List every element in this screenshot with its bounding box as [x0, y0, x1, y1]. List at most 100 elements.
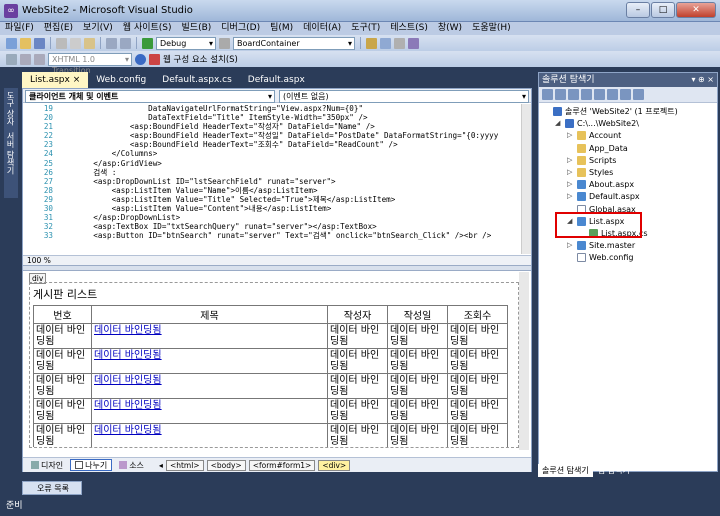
tree-node[interactable]: 솔루션 'WebSite2' (1 프로젝트): [543, 106, 678, 117]
code-line: 28 <asp:ListItem Value="Name">이름</asp:Li…: [23, 186, 531, 195]
close-tab-icon[interactable]: ×: [70, 75, 81, 85]
asp-config-icon[interactable]: [633, 89, 644, 100]
solution-explorer-icon[interactable]: [366, 37, 377, 49]
menu-item[interactable]: 빌드(B): [177, 22, 217, 35]
close-button[interactable]: ✕: [676, 2, 716, 18]
panel-controls[interactable]: ▾ ⊕ ×: [691, 73, 714, 87]
expander-icon[interactable]: ▷: [567, 179, 574, 190]
tree-node[interactable]: App_Data: [567, 143, 628, 154]
find-icon[interactable]: [219, 37, 230, 49]
menu-item[interactable]: 도구(T): [346, 22, 385, 35]
doc-tab[interactable]: Default.aspx.cs: [154, 72, 240, 88]
start-debugging-icon[interactable]: [142, 37, 153, 49]
expander-icon[interactable]: ▷: [567, 155, 574, 166]
tree-node[interactable]: ▷ About.aspx: [567, 179, 634, 190]
expander-icon[interactable]: ◢: [555, 118, 562, 129]
grid-link[interactable]: 데이터 바인딩됨: [94, 375, 162, 386]
explorer-tab[interactable]: 솔루션 탐색기: [538, 464, 593, 477]
new-project-icon[interactable]: [6, 37, 17, 49]
menu-item[interactable]: 창(W): [433, 22, 467, 35]
cut-icon[interactable]: [56, 37, 67, 49]
design-surface[interactable]: div 게시판 리스트 번호 제목 작성자 작성일 조회수 데이터 바인딩됨 데이터 바인…: [25, 272, 531, 450]
server-explorer-tab[interactable]: 서버 탐색기: [4, 129, 17, 178]
div-container[interactable]: 게시판 리스트 번호 제목 작성자 작성일 조회수 데이터 바인딩됨 데이터 바인딩됨 데이…: [29, 282, 519, 448]
title-bar: ∞ WebSite2 - Microsoft Visual Studio – □…: [0, 0, 720, 22]
object-dropdown[interactable]: 클라이언트 개체 및 이벤트: [25, 90, 275, 103]
paste-icon[interactable]: [84, 37, 95, 49]
startup-select[interactable]: BoardContainer: [233, 36, 355, 50]
tree-node[interactable]: Web.config: [567, 252, 633, 263]
source-view-label: 소스: [129, 460, 144, 470]
source-view-button[interactable]: 소스: [115, 459, 148, 471]
menu-item[interactable]: 디버그(D): [216, 22, 265, 35]
split-view-button[interactable]: 나누기: [70, 459, 113, 471]
webparts-label[interactable]: 웹 구성 요소 설치(S): [163, 53, 238, 65]
menu-item[interactable]: 팀(M): [265, 22, 298, 35]
doc-tab[interactable]: Web.config: [88, 72, 154, 88]
format-icon[interactable]: [20, 53, 31, 65]
design-scrollbar[interactable]: [519, 272, 529, 450]
menu-item[interactable]: 데이터(A): [298, 22, 346, 35]
menu-item[interactable]: 보기(V): [78, 22, 118, 35]
menu-item[interactable]: 편집(E): [39, 22, 78, 35]
tree-node[interactable]: ▷ Default.aspx: [567, 191, 640, 202]
doc-tab[interactable]: List.aspx ×: [22, 72, 89, 88]
explorer-tab[interactable]: 팀 탐색기: [594, 464, 634, 477]
properties-icon[interactable]: [542, 89, 553, 100]
tag-crumb[interactable]: <div>: [318, 459, 351, 471]
code-text: </asp:DropDownList>: [75, 213, 181, 223]
open-file-icon[interactable]: [20, 37, 31, 49]
grid-link[interactable]: 데이터 바인딩됨: [94, 425, 162, 436]
zoom-level[interactable]: 100 %: [23, 255, 531, 265]
error-list-tab[interactable]: 오류 목록: [22, 481, 82, 495]
tree-node[interactable]: ▷ Account: [567, 130, 621, 141]
show-all-files-icon[interactable]: [555, 89, 566, 100]
object-browser-icon[interactable]: [408, 37, 419, 49]
grid-view[interactable]: 번호 제목 작성자 작성일 조회수 데이터 바인딩됨 데이터 바인딩됨 데이터 바인딩됨 데이…: [33, 305, 508, 447]
tree-node[interactable]: ◢ C:\...\WebSite2\: [555, 118, 639, 129]
copy-website-icon[interactable]: [620, 89, 631, 100]
properties-icon[interactable]: [380, 37, 391, 49]
toolbox-icon[interactable]: [394, 37, 405, 49]
grid-link[interactable]: 데이터 바인딩됨: [94, 325, 162, 336]
tag-crumb[interactable]: <body>: [206, 459, 246, 471]
tree-node[interactable]: ▷ Site.master: [567, 240, 635, 251]
save-icon[interactable]: [34, 37, 45, 49]
menu-item[interactable]: 도움말(H): [467, 22, 516, 35]
expander-icon[interactable]: ▷: [567, 191, 574, 202]
indent-icon[interactable]: [34, 53, 45, 65]
minimize-button[interactable]: –: [626, 2, 650, 18]
undo-icon[interactable]: [106, 37, 117, 49]
view-designer-icon[interactable]: [594, 89, 605, 100]
redo-icon[interactable]: [120, 37, 131, 49]
expander-icon[interactable]: ▷: [567, 240, 574, 251]
nest-related-icon[interactable]: [607, 89, 618, 100]
tag-crumb[interactable]: <form#form1>: [248, 459, 316, 471]
crumb-back-icon[interactable]: ◂: [159, 461, 163, 470]
design-view-button[interactable]: 디자인: [27, 459, 67, 471]
doc-tab[interactable]: Default.aspx: [240, 72, 313, 88]
grid-link[interactable]: 데이터 바인딩됨: [94, 400, 162, 411]
record-icon[interactable]: [149, 53, 160, 65]
event-dropdown[interactable]: (이벤트 없음): [279, 90, 529, 103]
tree-node[interactable]: ▷ Styles: [567, 167, 613, 178]
configuration-select[interactable]: Debug: [156, 36, 216, 50]
expander-icon[interactable]: ▷: [567, 130, 574, 141]
grid-link[interactable]: 데이터 바인딩됨: [94, 350, 162, 361]
splitter[interactable]: [23, 265, 531, 271]
refresh-icon[interactable]: [568, 89, 579, 100]
maximize-button[interactable]: □: [651, 2, 675, 18]
toolbox-tab[interactable]: 도구 상자: [4, 88, 17, 129]
source-code[interactable]: 19 DataNavigateUrlFormatString="View.asp…: [23, 104, 531, 254]
expander-icon[interactable]: ▷: [567, 167, 574, 178]
menu-item[interactable]: 웹 사이트(S): [118, 22, 177, 35]
tree-node[interactable]: ▷ Scripts: [567, 155, 616, 166]
menu-item[interactable]: 테스트(S): [385, 22, 433, 35]
tag-crumb[interactable]: <html>: [165, 459, 204, 471]
schema-select[interactable]: XHTML 1.0 Transition: [48, 52, 132, 75]
web-icon[interactable]: [135, 53, 146, 65]
copy-icon[interactable]: [70, 37, 81, 49]
code-scrollbar[interactable]: [521, 104, 531, 254]
view-code-icon[interactable]: [581, 89, 592, 100]
menu-item[interactable]: 파일(F): [0, 22, 39, 35]
